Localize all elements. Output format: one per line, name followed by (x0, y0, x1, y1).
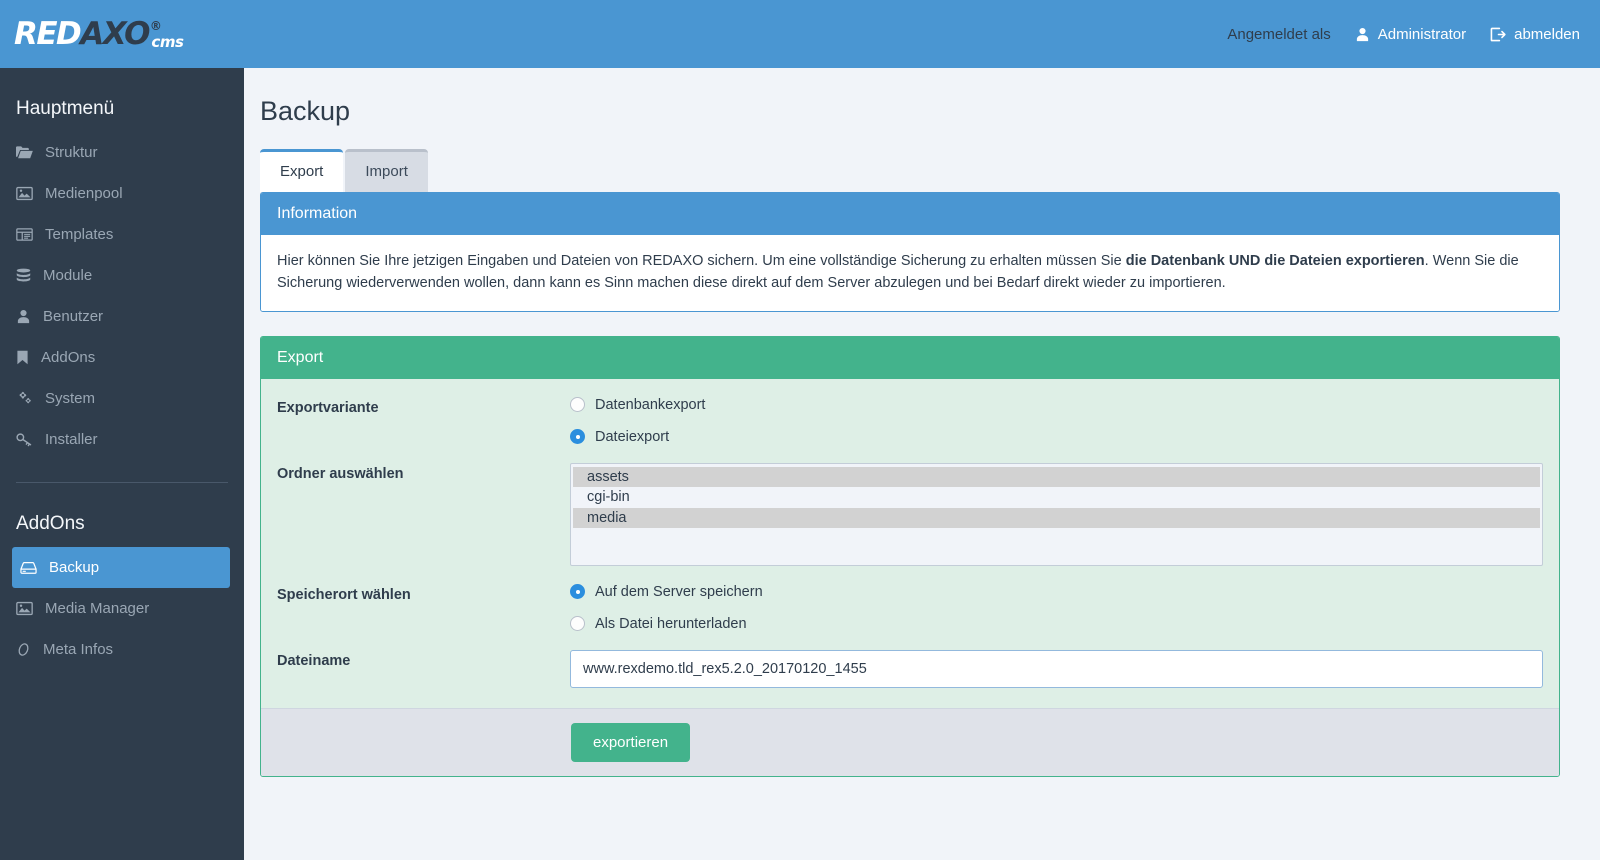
tab-bar: Export Import (260, 149, 1560, 192)
export-panel-title: Export (261, 336, 1559, 379)
sidebar-item-label: Templates (45, 226, 114, 243)
folder-open-icon (16, 145, 33, 160)
exportvariante-radio-group: Datenbankexport Dateiexport (570, 397, 1543, 445)
sidebar-item-installer[interactable]: Installer (0, 419, 244, 460)
sidebar-addons-title: AddOns (16, 513, 85, 534)
form-row-ordner: Ordner auswählen assets cgi-bin media (277, 462, 1543, 566)
sidebar-item-addons[interactable]: AddOns (0, 337, 244, 378)
main-content: Backup Export Import Information Hier kö… (244, 68, 1600, 860)
sidebar-item-module[interactable]: Module (0, 255, 244, 296)
sidebar-item-label: Medienpool (45, 185, 123, 202)
sidebar-item-label: Installer (45, 431, 98, 448)
sidebar-item-meta-infos[interactable]: Meta Infos (0, 629, 244, 670)
header-user-area: Angemeldet als Administrator abmelden (1227, 26, 1580, 43)
sidebar-item-system[interactable]: System (0, 378, 244, 419)
logout-link[interactable]: abmelden (1490, 26, 1580, 43)
sidebar-item-medienpool[interactable]: Medienpool (0, 173, 244, 214)
export-panel-footer: exportieren (261, 707, 1559, 776)
info-text-before: Hier können Sie Ihre jetzigen Eingaben u… (277, 253, 1126, 269)
sidebar-main-title: Hauptmenü (16, 98, 115, 119)
user-icon (16, 309, 31, 324)
radio-label: Datenbankexport (595, 396, 706, 413)
info-text-bold: die Datenbank UND die Dateien exportiere… (1125, 253, 1425, 269)
sidebar-item-benutzer[interactable]: Benutzer (0, 296, 244, 337)
database-stack-icon (16, 268, 31, 283)
ordner-listbox-wrap: assets cgi-bin media (570, 462, 1543, 566)
redaxo-logo[interactable]: RED AXO ® cms (14, 15, 191, 52)
logo-axo-text: AXO (80, 15, 150, 52)
form-row-exportvariante: Exportvariante Datenbankexport Dateiexpo… (277, 397, 1543, 445)
logo-red-text: RED (14, 15, 82, 52)
gears-icon (16, 391, 33, 406)
radio-option-dateiexport[interactable]: Dateiexport (570, 429, 1543, 445)
logout-label: abmelden (1514, 25, 1580, 43)
radio-option-auf-dem-server-speichern[interactable]: Auf dem Server speichern (570, 584, 1543, 600)
sidebar-item-label: Struktur (45, 144, 98, 161)
sidebar-item-label: AddOns (41, 349, 96, 366)
information-panel: Information Hier können Sie Ihre jetzige… (260, 192, 1560, 312)
list-item-media[interactable]: media (573, 507, 1540, 529)
sidebar-item-media-manager[interactable]: Media Manager (0, 588, 244, 629)
sidebar-item-label: System (45, 390, 96, 407)
information-panel-title: Information (261, 193, 1559, 235)
dateiname-input-wrap (570, 649, 1543, 688)
speicherort-label: Speicherort wählen (277, 586, 411, 603)
user-icon (1355, 27, 1370, 42)
export-panel-body: Exportvariante Datenbankexport Dateiexpo… (261, 378, 1559, 708)
sidebar: Hauptmenü Struktur Medienpool Templates … (0, 68, 244, 860)
tab-import[interactable]: Import (345, 149, 428, 192)
exportvariante-label: Exportvariante (277, 399, 379, 416)
sidebar-item-label: Backup (49, 559, 100, 576)
speicherort-radio-group: Auf dem Server speichern Als Datei herun… (570, 584, 1543, 632)
page-title: Backup (260, 96, 351, 126)
form-row-speicherort: Speicherort wählen Auf dem Server speich… (277, 584, 1543, 632)
window-grid-icon (16, 227, 33, 242)
wrench-key-icon (16, 432, 33, 447)
radio-indicator (570, 616, 585, 631)
image-icon (16, 601, 33, 616)
sidebar-item-label: Benutzer (43, 308, 104, 325)
tag-icon (16, 642, 31, 657)
export-submit-button[interactable]: exportieren (571, 722, 691, 762)
list-item-assets[interactable]: assets (573, 466, 1540, 488)
image-icon (16, 186, 33, 201)
radio-indicator (570, 584, 585, 599)
form-row-dateiname: Dateiname (277, 649, 1543, 688)
information-panel-body: Hier können Sie Ihre jetzigen Eingaben u… (261, 235, 1559, 311)
sidebar-item-label: Module (43, 267, 93, 284)
current-user-name: Administrator (1377, 25, 1467, 43)
hard-drive-icon (20, 561, 37, 575)
top-header-bar: RED AXO ® cms Angemeldet als Administrator … (0, 0, 1600, 68)
radio-label: Dateiexport (595, 428, 670, 445)
radio-option-als-datei-herunterladen[interactable]: Als Datei herunterladen (570, 616, 1543, 632)
sign-out-icon (1490, 27, 1506, 42)
logo-cms-text: cms (151, 32, 184, 51)
export-panel: Export Exportvariante Datenbankexport Da… (260, 335, 1560, 777)
ordner-multiselect[interactable]: assets cgi-bin media (570, 462, 1543, 566)
list-item-cgi-bin[interactable]: cgi-bin (573, 487, 1540, 508)
sidebar-item-struktur[interactable]: Struktur (0, 132, 244, 173)
bookmark-icon (16, 350, 29, 365)
sidebar-item-label: Media Manager (45, 600, 150, 617)
radio-indicator (570, 429, 585, 444)
dateiname-input[interactable] (570, 649, 1543, 688)
current-user-link[interactable]: Administrator (1355, 26, 1466, 43)
sidebar-item-backup[interactable]: Backup (12, 547, 230, 588)
tab-export[interactable]: Export (260, 149, 344, 192)
ordner-label: Ordner auswählen (277, 465, 404, 482)
logged-in-label: Angemeldet als (1227, 25, 1331, 43)
sidebar-item-templates[interactable]: Templates (0, 214, 244, 255)
radio-label: Auf dem Server speichern (595, 583, 763, 600)
dateiname-label: Dateiname (277, 652, 351, 669)
radio-indicator (570, 397, 585, 412)
radio-option-datenbankexport[interactable]: Datenbankexport (570, 397, 1543, 413)
sidebar-item-label: Meta Infos (43, 641, 114, 658)
radio-label: Als Datei herunterladen (595, 615, 747, 632)
registered-trademark-icon: ® (149, 18, 162, 33)
